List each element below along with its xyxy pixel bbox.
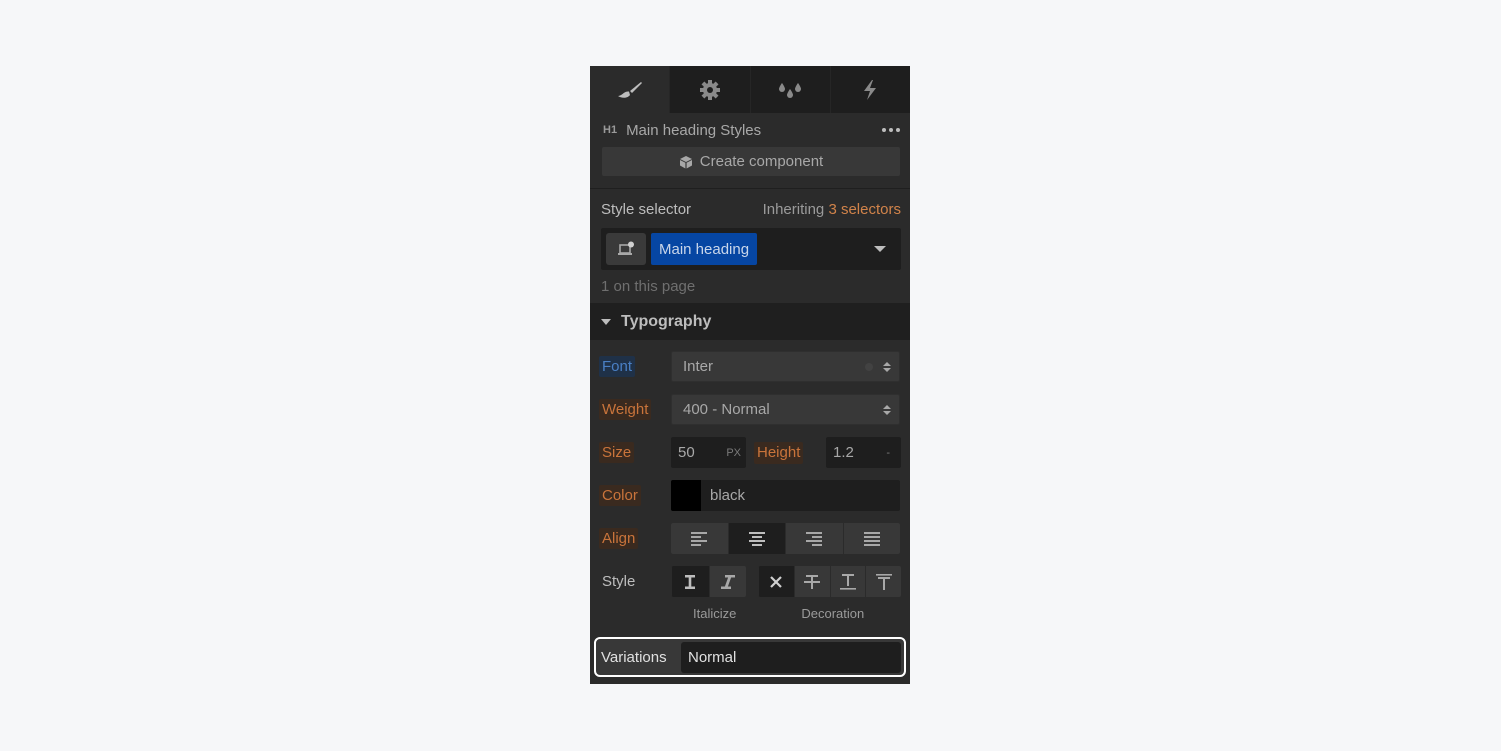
font-label[interactable]: Font [599, 355, 636, 377]
italicize-label: Italicize [693, 605, 737, 621]
align-segmented-control [671, 523, 900, 554]
align-left-button[interactable] [671, 523, 728, 554]
align-right-icon [806, 531, 823, 546]
selector-chip-main-heading[interactable]: Main heading [651, 233, 758, 265]
size-input[interactable]: 50 PX [671, 437, 746, 468]
strikethrough-icon [804, 574, 821, 589]
paintbrush-icon [617, 81, 642, 98]
regular-style-button[interactable] [671, 566, 709, 597]
overline-icon [875, 573, 892, 590]
usage-count: 1 on this page [601, 278, 696, 295]
tab-interactions[interactable] [829, 66, 910, 113]
close-icon [770, 575, 783, 588]
caret-down-icon [601, 318, 611, 325]
strikethrough-button[interactable] [793, 566, 830, 597]
tab-style-manager[interactable] [749, 66, 830, 113]
align-row: Align [599, 517, 901, 560]
chevron-down-icon[interactable] [874, 246, 886, 252]
style-selector-field[interactable]: Main heading [601, 228, 901, 270]
inheriting-info: Inheriting 3 selectors [763, 201, 901, 218]
weight-label[interactable]: Weight [599, 398, 652, 420]
size-value: 50 [678, 444, 695, 461]
italic-icon [720, 574, 735, 589]
color-label[interactable]: Color [599, 484, 641, 506]
element-title: Main heading Styles [626, 121, 762, 139]
create-component-label: Create component [699, 153, 824, 170]
regular-text-icon [685, 574, 696, 589]
style-label: Style [602, 572, 636, 590]
color-swatch[interactable] [671, 480, 701, 511]
underline-icon [839, 573, 856, 590]
variations-value: Normal [688, 648, 737, 666]
height-label[interactable]: Height [754, 441, 804, 464]
panel-tabs [590, 66, 910, 113]
variations-label: Variations [601, 648, 667, 666]
element-state-icon [618, 241, 634, 255]
variations-select[interactable]: Normal [681, 641, 901, 673]
decoration-segmented-control [758, 566, 901, 597]
font-value: Inter [683, 358, 714, 375]
font-status-dot [865, 362, 873, 371]
lightning-icon [864, 79, 877, 100]
typography-fields: Font Inter Weight 400 - Normal Size 50 P… [590, 340, 910, 623]
style-selector-header: Style selector Inheriting 3 selectors [590, 192, 910, 226]
weight-row: Weight 400 - Normal [599, 388, 901, 431]
align-center-button[interactable] [727, 523, 785, 554]
decoration-label: Decoration [801, 605, 865, 621]
align-justify-icon [863, 531, 880, 546]
style-sub-labels: Italicize Decoration [599, 603, 901, 623]
color-input[interactable]: black [671, 480, 900, 511]
inheriting-count-link[interactable]: 3 selectors [828, 201, 901, 218]
underline-button[interactable] [829, 566, 866, 597]
font-row: Font Inter [599, 345, 901, 388]
align-justify-button[interactable] [842, 523, 900, 554]
drops-icon [779, 82, 802, 98]
line-height-input[interactable]: 1.2 - [826, 437, 901, 468]
weight-select[interactable]: 400 - Normal [671, 394, 900, 425]
color-value: black [710, 487, 746, 504]
style-selector-label: Style selector [601, 200, 692, 218]
tab-style[interactable] [590, 66, 670, 113]
gear-icon [699, 79, 720, 100]
size-height-row: Size 50 PX Height 1.2 - [599, 431, 901, 474]
tab-settings[interactable] [669, 66, 750, 113]
align-center-icon [748, 531, 765, 546]
color-row: Color black [599, 474, 901, 517]
variations-row: Variations Normal [594, 637, 906, 677]
divider [590, 188, 910, 189]
component-box-icon [679, 155, 692, 168]
align-left-icon [691, 531, 708, 546]
typography-section-header[interactable]: Typography [590, 303, 910, 340]
selector-state-button[interactable] [606, 233, 646, 265]
align-right-button[interactable] [785, 523, 843, 554]
font-select[interactable]: Inter [671, 351, 900, 382]
overline-button[interactable] [865, 566, 901, 597]
select-arrows-icon [883, 361, 891, 372]
select-arrows-icon [883, 404, 891, 415]
weight-value: 400 - Normal [683, 401, 770, 418]
create-component-button[interactable]: Create component [602, 147, 900, 176]
height-unit-selector[interactable]: - [886, 447, 890, 459]
italic-style-button[interactable] [708, 566, 746, 597]
decoration-none-button[interactable] [758, 566, 794, 597]
size-label[interactable]: Size [599, 441, 635, 463]
italic-segmented-control [671, 566, 746, 597]
style-row: Style [599, 560, 901, 603]
align-label[interactable]: Align [599, 527, 639, 549]
inheriting-prefix: Inheriting [762, 200, 825, 218]
element-header: H1 Main heading Styles [590, 113, 910, 147]
style-panel: H1 Main heading Styles Create component … [590, 66, 910, 684]
element-tag: H1 [603, 124, 618, 136]
size-unit-selector[interactable]: PX [726, 447, 741, 459]
height-value: 1.2 [833, 444, 854, 461]
more-dots-icon[interactable] [882, 128, 900, 132]
section-title: Typography [621, 312, 712, 330]
